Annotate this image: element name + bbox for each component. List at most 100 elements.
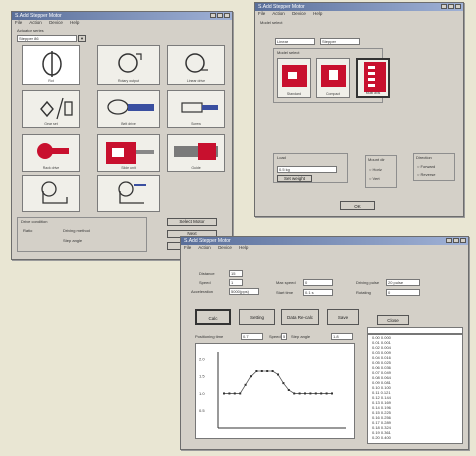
stat-speed-label: Speed xyxy=(269,334,281,339)
acceleration-input[interactable]: 5000(pps) xyxy=(229,288,259,295)
distance-input[interactable]: 15 xyxy=(229,270,243,277)
menu-file[interactable]: File xyxy=(184,245,191,250)
radio-horizontal[interactable]: ○ Horiz xyxy=(369,167,382,172)
menu-action[interactable]: Action xyxy=(29,20,42,25)
close-list-button[interactable]: Close xyxy=(377,315,409,325)
set-weight-button[interactable]: Set weight xyxy=(277,175,312,182)
menu-device[interactable]: Device xyxy=(218,245,232,250)
model-tile-compact[interactable]: Compact xyxy=(316,58,350,98)
max-speed-input[interactable]: 0 xyxy=(303,279,333,286)
radio-label: Reverse xyxy=(420,172,436,177)
data-point xyxy=(244,383,247,386)
data-recalc-button[interactable]: Data Re-calc xyxy=(281,309,319,325)
data-point xyxy=(277,373,279,376)
guide-icon xyxy=(174,143,218,160)
calc-button[interactable]: Calc xyxy=(195,309,231,325)
model-tile-standard[interactable]: Standard xyxy=(277,58,311,98)
maximize-button[interactable] xyxy=(453,238,459,243)
rotating-input[interactable]: 0 xyxy=(386,289,420,296)
tile-linear-drive[interactable]: Linear drive xyxy=(167,45,225,85)
ok-button[interactable]: OK xyxy=(340,201,375,210)
menu-help[interactable]: Help xyxy=(313,11,322,16)
slide-unit-icon xyxy=(106,142,154,164)
tile-guide[interactable]: Guide xyxy=(167,134,225,172)
menu-bar: File Action Device Help xyxy=(255,11,463,17)
save-button[interactable]: Save xyxy=(327,309,359,325)
maximize-button[interactable] xyxy=(448,4,454,9)
menu-action[interactable]: Action xyxy=(198,245,211,250)
menu-action[interactable]: Action xyxy=(272,11,285,16)
positioning-time-label: Positioning time xyxy=(195,334,224,339)
tile-rack[interactable]: Rack drive xyxy=(22,134,80,172)
info-label: Ratio xyxy=(23,228,33,233)
tile-screw[interactable]: Screw xyxy=(167,90,225,128)
type-field-right[interactable]: Stepper xyxy=(320,38,360,45)
tile-belt[interactable]: Belt drive xyxy=(97,90,160,128)
data-point xyxy=(223,392,225,395)
lift-icon xyxy=(118,181,146,204)
series-dropdown-arrow[interactable]: ▾ xyxy=(78,35,86,42)
screw-icon xyxy=(181,102,218,113)
data-point xyxy=(266,370,269,372)
tile-gear[interactable]: Gear set xyxy=(22,90,80,128)
positioning-time-value: 0.7 xyxy=(241,333,263,340)
close-button[interactable] xyxy=(460,238,466,243)
menu-bar: File Action Device Help xyxy=(12,20,232,26)
type-field-right-value: Stepper xyxy=(322,39,337,44)
tile-slide[interactable]: Slide unit xyxy=(97,134,160,172)
minimize-button[interactable] xyxy=(441,4,447,9)
driving-pulse-input[interactable]: 20 pulse xyxy=(386,279,420,286)
data-point xyxy=(271,370,274,372)
start-time-input[interactable]: 0.1 s xyxy=(303,289,333,296)
speed-input[interactable]: 1 xyxy=(229,279,243,286)
select-motor-button[interactable]: Select Motor xyxy=(167,218,217,226)
menu-help[interactable]: Help xyxy=(239,245,248,250)
radio-vertical[interactable]: ○ Vert xyxy=(369,176,380,181)
tile-rotary[interactable]: Rot xyxy=(22,45,80,85)
model-tile-multi-axis[interactable]: Multi axis xyxy=(356,58,390,98)
acceleration-label: Acceleration xyxy=(191,289,214,294)
window-operation-data: S.Add Stepper Motor File Action Device H… xyxy=(180,236,469,450)
setting-button[interactable]: Setting xyxy=(239,309,275,325)
data-point xyxy=(282,382,285,385)
rotary-gear-icon xyxy=(118,53,142,73)
max-speed-label: Max speed xyxy=(276,280,296,285)
data-point xyxy=(260,370,263,372)
list-item[interactable]: 0.20 0.400 xyxy=(368,435,462,440)
tile-index[interactable] xyxy=(22,175,80,212)
radio-reverse[interactable]: ○ Reverse xyxy=(417,172,435,177)
close-button[interactable] xyxy=(455,4,461,9)
data-point xyxy=(314,392,317,395)
menu-file[interactable]: File xyxy=(258,11,265,16)
title-bar: S.Add Stepper Motor xyxy=(181,237,468,245)
data-list[interactable]: 0.00 0.000 0.01 0.001 0.02 0.004 0.03 0.009… xyxy=(367,334,463,444)
menu-bar: File Action Device Help xyxy=(181,245,468,251)
index-table-icon xyxy=(41,181,68,204)
group-label: Model select xyxy=(260,20,283,25)
type-field-left[interactable]: Linear xyxy=(275,38,315,45)
tile-lift[interactable] xyxy=(97,175,160,212)
y-tick-label: 2.0 xyxy=(199,356,205,361)
minimize-button[interactable] xyxy=(210,13,216,18)
step-angle-label: Step angle xyxy=(291,334,311,339)
menu-device[interactable]: Device xyxy=(49,20,63,25)
series-dropdown[interactable]: Stepper 86 xyxy=(17,35,77,42)
data-point xyxy=(331,392,333,395)
group-title: Direction xyxy=(416,155,432,160)
tile-caption: Rotary output xyxy=(117,79,139,83)
data-point xyxy=(304,392,306,395)
maximize-button[interactable] xyxy=(217,13,223,18)
menu-device[interactable]: Device xyxy=(292,11,306,16)
start-time-label: Start time xyxy=(276,290,294,295)
minimize-button[interactable] xyxy=(446,238,452,243)
mount-group: Mount dir ○ Horiz ○ Vert xyxy=(365,155,397,188)
data-point xyxy=(228,392,231,395)
close-button[interactable] xyxy=(224,13,230,18)
load-input[interactable]: 0.5 kg xyxy=(277,166,337,173)
tile-rotary-output[interactable]: Rotary output xyxy=(97,45,160,85)
linear-drive-icon xyxy=(185,53,208,73)
radio-forward[interactable]: ○ Forward xyxy=(417,164,435,169)
tile-caption: Rot xyxy=(48,79,54,83)
menu-help[interactable]: Help xyxy=(70,20,79,25)
menu-file[interactable]: File xyxy=(15,20,22,25)
